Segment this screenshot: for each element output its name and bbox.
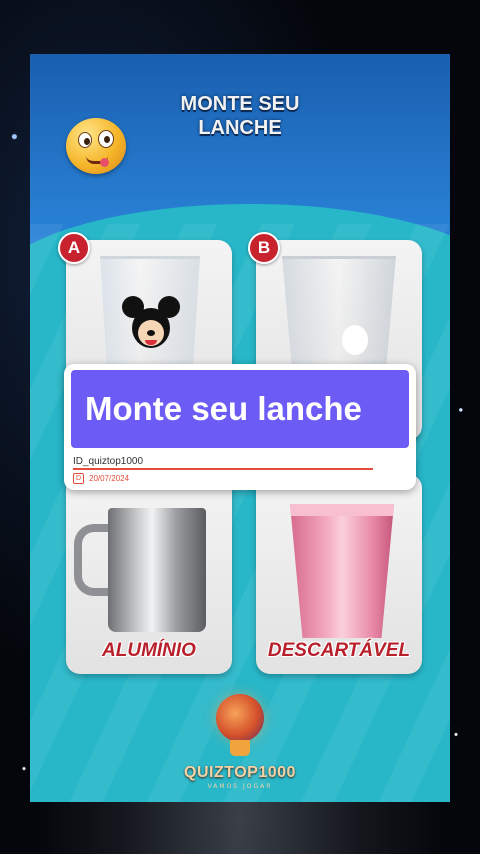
mickey-face-icon bbox=[116, 296, 186, 356]
caption-overlay: Monte seu lanche ID_quiztop1000 D 20/07/… bbox=[64, 364, 416, 490]
option-label-c: ALUMÍNIO bbox=[102, 640, 196, 661]
caption-title: Monte seu lanche bbox=[85, 390, 362, 427]
caption-id: ID_quiztop1000 bbox=[73, 456, 144, 467]
aluminum-mug-image bbox=[108, 508, 206, 632]
option-card-d[interactable]: DESCARTÁVEL bbox=[256, 474, 422, 674]
caption-divider bbox=[73, 468, 373, 470]
option-label-d: DESCARTÁVEL bbox=[267, 640, 411, 661]
brand-tagline: VAMOS JOGAR bbox=[207, 783, 273, 790]
date-icon: D bbox=[73, 473, 84, 484]
tongue-out-emoji-icon bbox=[66, 118, 126, 174]
option-badge-b: B bbox=[248, 232, 280, 264]
poster-title-line1: MONTE SEU bbox=[180, 93, 300, 115]
brand-logo: QUIZTOP1000 VAMOS JOGAR bbox=[30, 694, 450, 790]
lightbulb-brain-icon bbox=[214, 694, 266, 760]
option-badge-a: A bbox=[58, 232, 90, 264]
option-card-c[interactable]: ALUMÍNIO bbox=[66, 474, 232, 674]
caption-date: 20/07/2024 bbox=[89, 474, 130, 483]
caption-date-row: D 20/07/2024 bbox=[73, 473, 129, 484]
brand-name: QUIZTOP1000 bbox=[184, 764, 296, 781]
pink-cup-image bbox=[290, 504, 394, 638]
caption-banner: Monte seu lanche bbox=[71, 370, 409, 448]
